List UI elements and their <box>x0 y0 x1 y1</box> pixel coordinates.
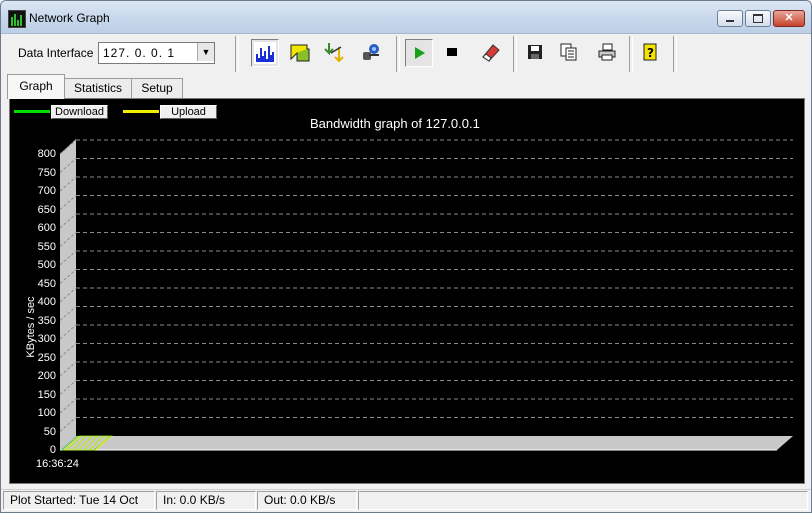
status-out-rate: Out: 0.0 KB/s <box>257 491 357 510</box>
data-interface-value: 127. 0. 0. 1 <box>103 46 176 60</box>
toolbar-separator <box>629 36 633 72</box>
bar-graph-icon <box>254 42 276 64</box>
svg-text:?: ? <box>647 46 654 60</box>
title-bar[interactable]: Network Graph ✕ <box>1 1 811 34</box>
bar-graph-button[interactable] <box>251 39 279 67</box>
y-tick-label: 150 <box>37 388 56 401</box>
y-tick-label: 650 <box>37 203 56 216</box>
data-interface-label: Data Interface <box>18 46 94 60</box>
toolbar: Data Interface 127. 0. 0. 1 ▼ ? <box>1 34 811 74</box>
help-icon: ? <box>643 43 657 61</box>
help-button[interactable]: ? <box>637 39 665 67</box>
y-tick-label: 200 <box>37 370 56 382</box>
y-tick-label: 750 <box>37 166 56 179</box>
copy-icon <box>560 43 577 61</box>
y-tick-label: 300 <box>37 333 56 345</box>
app-window: Network Graph ✕ Data Interface 127. 0. 0… <box>0 0 812 513</box>
eraser-icon <box>482 44 500 62</box>
refresh-button[interactable] <box>323 39 351 67</box>
y-tick-label: 600 <box>37 222 56 234</box>
data-interface-select[interactable]: 127. 0. 0. 1 ▼ <box>98 42 215 64</box>
status-bar: Plot Started: Tue 14 Oct In: 0.0 KB/s Ou… <box>1 489 811 512</box>
chevron-down-icon[interactable]: ▼ <box>197 43 214 61</box>
toolbar-separator <box>673 36 677 72</box>
refresh-arrows-icon <box>324 43 344 63</box>
y-tick-label: 450 <box>37 277 56 290</box>
print-button[interactable] <box>594 39 622 67</box>
tab-graph[interactable]: Graph <box>7 74 65 99</box>
clear-button[interactable] <box>477 39 505 67</box>
close-button[interactable]: ✕ <box>773 10 805 27</box>
save-button[interactable] <box>522 39 550 67</box>
stop-button[interactable] <box>439 39 467 67</box>
tab-statistics[interactable]: Statistics <box>64 78 132 98</box>
stop-icon <box>447 48 457 56</box>
x-axis-floor <box>60 436 793 450</box>
y-tick-label: 800 <box>37 148 56 160</box>
maximize-button[interactable] <box>745 10 771 27</box>
maximize-icon <box>753 14 763 23</box>
y-tick-label: 350 <box>37 314 56 327</box>
play-icon <box>415 47 425 59</box>
tab-strip: Graph Statistics Setup <box>1 74 811 99</box>
toolbar-separator <box>513 36 517 72</box>
find-person-icon <box>363 44 379 60</box>
y-tick-label: 500 <box>37 259 56 271</box>
y-tick-label: 100 <box>37 407 56 419</box>
copy-button[interactable] <box>556 39 584 67</box>
toolbar-separator <box>235 36 239 72</box>
status-empty-panel <box>358 491 808 510</box>
minimize-icon <box>726 20 734 22</box>
find-button[interactable] <box>359 39 387 67</box>
app-icon <box>8 10 26 28</box>
status-in-rate: In: 0.0 KB/s <box>156 491 256 510</box>
toolbar-separator <box>396 36 400 72</box>
play-button[interactable] <box>405 39 433 67</box>
bandwidth-graph: Download Upload Bandwidth graph of 127.0… <box>9 98 805 484</box>
close-icon: ✕ <box>784 12 794 24</box>
highlighter-icon <box>290 44 310 62</box>
tab-setup[interactable]: Setup <box>131 78 183 98</box>
chart-canvas <box>59 139 793 451</box>
y-tick-label: 400 <box>37 296 56 308</box>
window-title: Network Graph <box>29 11 110 25</box>
print-icon <box>598 43 616 61</box>
y-tick-label: 700 <box>37 185 56 197</box>
highlight-button[interactable] <box>287 39 315 67</box>
y-tick-label: 0 <box>49 444 56 456</box>
status-plot-started: Plot Started: Tue 14 Oct <box>3 491 155 510</box>
y-tick-label: 550 <box>37 240 56 253</box>
save-icon <box>528 45 542 59</box>
y-tick-label: 250 <box>37 351 56 364</box>
minimize-button[interactable] <box>717 10 743 27</box>
y-tick-label: 50 <box>43 425 56 438</box>
x-tick-label: 16:36:24 <box>36 458 79 470</box>
